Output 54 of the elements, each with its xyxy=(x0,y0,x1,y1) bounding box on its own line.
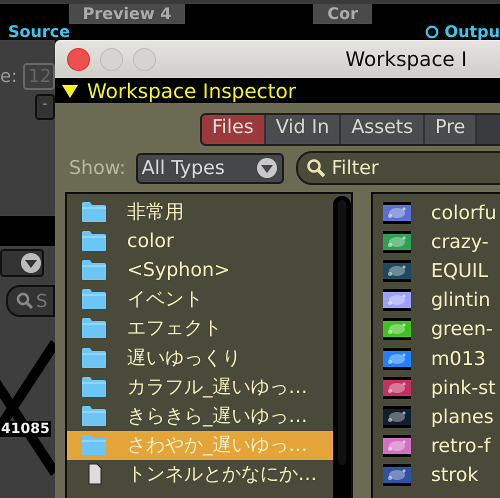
file-row[interactable]: トンネルとかなにか… xyxy=(67,460,333,489)
file-row[interactable]: エフェクト xyxy=(67,314,333,343)
panel-tab[interactable]: Cor xyxy=(313,4,372,24)
id-label: 41085 xyxy=(0,421,51,437)
file-row[interactable]: カラフル_遅いゆっ… xyxy=(67,372,333,402)
folder-icon xyxy=(81,376,107,398)
folder-icon xyxy=(81,346,107,369)
panel-strip xyxy=(0,216,55,246)
show-label: Show: xyxy=(69,157,126,179)
file-row[interactable]: イベント xyxy=(67,284,333,314)
window-title: Workspace I xyxy=(345,47,467,71)
source-label: Source xyxy=(8,24,70,40)
media-row[interactable]: crazy- xyxy=(373,227,500,256)
folder-icon xyxy=(81,258,107,281)
tab[interactable]: Files xyxy=(202,115,266,144)
scrollbar[interactable] xyxy=(333,196,351,498)
media-row[interactable]: colorfu xyxy=(373,198,500,228)
file-row[interactable]: 遅いゆっくり xyxy=(67,342,333,372)
caret-icon xyxy=(20,252,42,274)
tab[interactable]: Pre xyxy=(425,115,478,144)
close-button[interactable] xyxy=(67,48,90,70)
tab[interactable]: Assets xyxy=(341,115,426,144)
search-icon xyxy=(306,158,326,178)
file-row[interactable]: 非常用 xyxy=(67,197,333,226)
media-row[interactable]: planes xyxy=(373,402,500,432)
file-row[interactable]: きらきら_遅いゆっ… xyxy=(67,401,333,430)
section-header[interactable]: Workspace Inspector xyxy=(55,78,500,103)
caret-icon xyxy=(256,157,278,179)
media-row[interactable]: glintin xyxy=(373,286,500,315)
folder-icon xyxy=(81,230,107,252)
circle-icon xyxy=(424,25,439,39)
media-row[interactable]: retro-f xyxy=(373,432,500,461)
folder-icon xyxy=(81,434,107,456)
file-row[interactable]: <Syphon> xyxy=(67,255,333,285)
media-row[interactable]: EQUIL xyxy=(373,256,500,286)
panel-tab[interactable]: Preview 4 xyxy=(68,4,186,24)
media-row[interactable]: m013 xyxy=(373,344,500,374)
folder-icon xyxy=(81,317,107,340)
search-icon xyxy=(16,292,34,310)
type-select[interactable]: All Types xyxy=(136,152,284,184)
folder-icon xyxy=(81,200,107,223)
output-label: Outpu xyxy=(444,24,500,40)
filter-field[interactable]: Filter xyxy=(296,151,500,185)
field-label: e: xyxy=(0,66,18,87)
disclosure-triangle-icon[interactable] xyxy=(61,82,79,98)
media-row[interactable]: green- xyxy=(373,314,500,344)
file-row[interactable]: color xyxy=(67,226,333,256)
media-row[interactable]: pink-st xyxy=(373,373,500,402)
folder-icon xyxy=(81,404,107,427)
tab[interactable]: Vid In xyxy=(266,115,342,144)
media-row[interactable]: strok xyxy=(373,460,500,490)
folder-icon xyxy=(81,288,107,310)
minus-button[interactable]: - xyxy=(35,94,55,120)
dropdown[interactable] xyxy=(0,249,44,277)
